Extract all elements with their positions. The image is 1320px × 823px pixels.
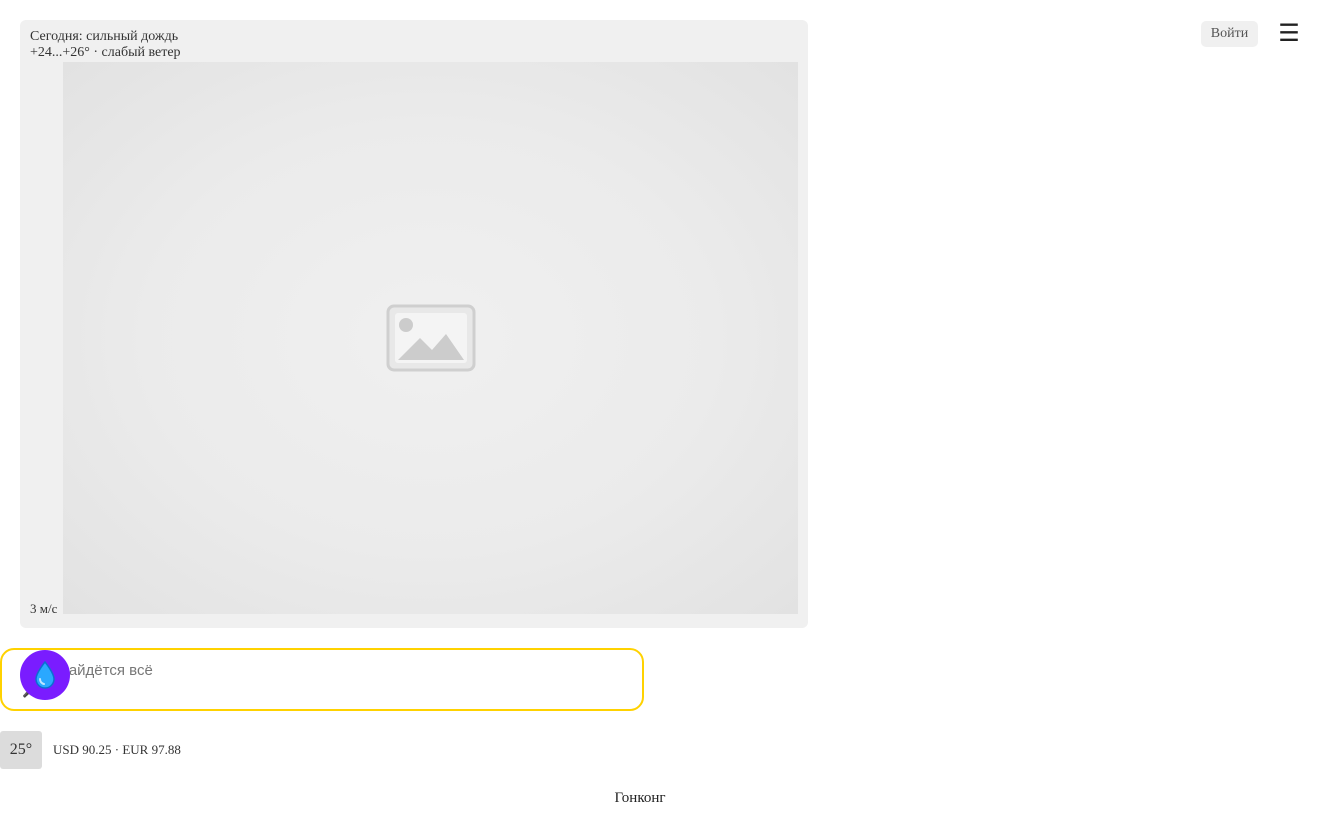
hamburger-menu-icon[interactable]: ☰ <box>1276 19 1302 47</box>
weather-summary: Сегодня: сильный дождь <box>30 29 179 44</box>
weather-card[interactable]: Сегодня: сильный дождь +24...+26° · слаб… <box>20 20 808 628</box>
weather-image <box>63 62 798 614</box>
image-placeholder-icon <box>386 304 476 372</box>
currency-rates[interactable]: USD 90.25 · EUR 97.88 <box>53 742 181 758</box>
temperature-badge[interactable]: 25° <box>0 731 42 769</box>
region-link[interactable]: Гонконг <box>0 789 1280 807</box>
login-button[interactable]: Войти <box>1201 21 1258 47</box>
alice-assistant-button[interactable] <box>20 650 70 700</box>
weather-details: +24...+26° · слабый ветер <box>30 45 181 60</box>
page-root: Сегодня: сильный дождь +24...+26° · слаб… <box>0 0 1320 823</box>
water-drop-icon <box>35 661 55 689</box>
weather-wind: 3 м/с <box>30 601 58 616</box>
search-input[interactable] <box>58 660 618 680</box>
search-box[interactable]: 🎤 📷 <box>0 648 644 711</box>
